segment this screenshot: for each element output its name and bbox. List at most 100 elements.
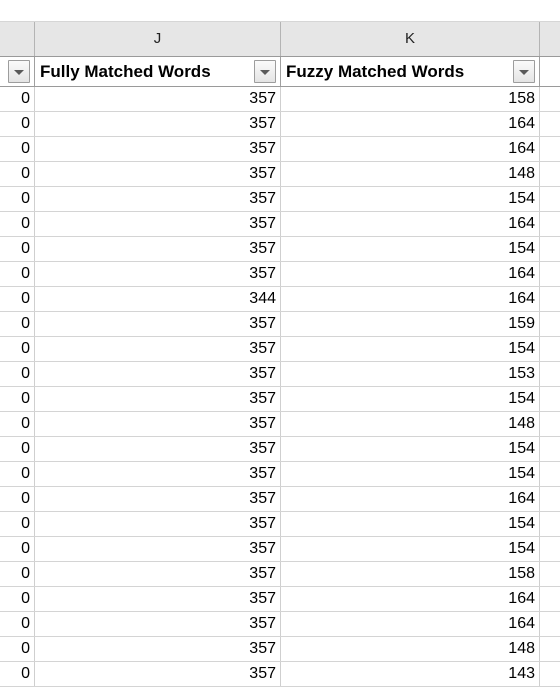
table-row[interactable]: 0 344 164 — [0, 287, 560, 312]
table-row[interactable]: 0 357 164 — [0, 587, 560, 612]
data-grid[interactable]: 0 357 158 0 357 164 0 357 164 0 357 148 0 357 154 0 357 1… — [0, 87, 560, 691]
cell-col-right-partial[interactable] — [540, 187, 560, 211]
cell-col-k[interactable]: 164 — [281, 212, 540, 236]
filter-button-col-j[interactable] — [254, 60, 276, 83]
cell-col-j[interactable]: 357 — [35, 662, 281, 686]
cell-col-left-partial[interactable]: 0 — [0, 462, 35, 486]
cell-col-right-partial[interactable] — [540, 337, 560, 361]
cell-col-j[interactable]: 357 — [35, 112, 281, 136]
cell-col-right-partial[interactable] — [540, 262, 560, 286]
cell-col-j[interactable]: 357 — [35, 562, 281, 586]
header-cell-col-right-partial[interactable]: L — [540, 57, 560, 86]
cell-col-left-partial[interactable]: 0 — [0, 537, 35, 561]
cell-col-left-partial[interactable]: 0 — [0, 187, 35, 211]
cell-col-k[interactable]: 159 — [281, 312, 540, 336]
cell-col-right-partial[interactable] — [540, 387, 560, 411]
cell-col-left-partial[interactable]: 0 — [0, 312, 35, 336]
cell-col-left-partial[interactable]: 0 — [0, 237, 35, 261]
cell-col-left-partial[interactable]: 0 — [0, 137, 35, 161]
cell-col-k[interactable]: 164 — [281, 487, 540, 511]
column-letter-k[interactable]: K — [281, 22, 540, 56]
cell-col-left-partial[interactable]: 0 — [0, 362, 35, 386]
cell-col-j[interactable]: 357 — [35, 87, 281, 111]
table-row[interactable]: 0 357 164 — [0, 137, 560, 162]
table-row[interactable]: 0 357 154 — [0, 437, 560, 462]
header-cell-col-j[interactable]: Fully Matched Words — [35, 57, 281, 86]
table-row[interactable]: 0 357 154 — [0, 537, 560, 562]
table-row[interactable]: 0 357 159 — [0, 312, 560, 337]
cell-col-j[interactable]: 357 — [35, 187, 281, 211]
table-row[interactable]: 0 357 164 — [0, 112, 560, 137]
table-row[interactable]: 0 357 164 — [0, 262, 560, 287]
filter-button-col-left-partial[interactable] — [8, 60, 30, 83]
cell-col-right-partial[interactable] — [540, 362, 560, 386]
cell-col-k[interactable]: 154 — [281, 437, 540, 461]
table-row[interactable]: 0 357 154 — [0, 512, 560, 537]
cell-col-j[interactable]: 357 — [35, 212, 281, 236]
table-row[interactable]: 0 357 148 — [0, 637, 560, 662]
cell-col-right-partial[interactable] — [540, 662, 560, 686]
cell-col-left-partial[interactable]: 0 — [0, 412, 35, 436]
cell-col-k[interactable]: 153 — [281, 362, 540, 386]
cell-col-k[interactable]: 164 — [281, 587, 540, 611]
table-row[interactable]: 0 357 154 — [0, 337, 560, 362]
cell-col-k[interactable]: 158 — [281, 87, 540, 111]
cell-col-right-partial[interactable] — [540, 612, 560, 636]
cell-col-k[interactable]: 154 — [281, 187, 540, 211]
cell-col-right-partial[interactable] — [540, 212, 560, 236]
filter-button-col-k[interactable] — [513, 60, 535, 83]
cell-col-left-partial[interactable]: 0 — [0, 337, 35, 361]
cell-col-k[interactable]: 143 — [281, 662, 540, 686]
cell-col-right-partial[interactable] — [540, 112, 560, 136]
cell-col-k[interactable]: 148 — [281, 637, 540, 661]
cell-col-j[interactable]: 357 — [35, 537, 281, 561]
table-row[interactable]: 0 357 158 — [0, 562, 560, 587]
table-row[interactable]: 0 357 164 — [0, 487, 560, 512]
header-cell-col-left-partial[interactable]: tl — [0, 57, 35, 86]
cell-col-right-partial[interactable] — [540, 412, 560, 436]
cell-col-right-partial[interactable] — [540, 537, 560, 561]
cell-col-j[interactable]: 357 — [35, 162, 281, 186]
cell-col-left-partial[interactable]: 0 — [0, 287, 35, 311]
cell-col-j[interactable]: 357 — [35, 437, 281, 461]
table-row[interactable]: 0 357 148 — [0, 162, 560, 187]
cell-col-right-partial[interactable] — [540, 437, 560, 461]
cell-col-left-partial[interactable]: 0 — [0, 562, 35, 586]
table-row[interactable]: 0 357 164 — [0, 212, 560, 237]
cell-col-k[interactable]: 154 — [281, 387, 540, 411]
cell-col-j[interactable]: 357 — [35, 587, 281, 611]
cell-col-j[interactable]: 357 — [35, 137, 281, 161]
cell-col-right-partial[interactable] — [540, 162, 560, 186]
table-row[interactable]: 0 357 148 — [0, 412, 560, 437]
cell-col-left-partial[interactable]: 0 — [0, 387, 35, 411]
cell-col-j[interactable]: 357 — [35, 412, 281, 436]
cell-col-left-partial[interactable]: 0 — [0, 612, 35, 636]
cell-col-j[interactable]: 357 — [35, 512, 281, 536]
cell-col-j[interactable]: 357 — [35, 612, 281, 636]
cell-col-right-partial[interactable] — [540, 587, 560, 611]
cell-col-left-partial[interactable]: 0 — [0, 637, 35, 661]
cell-col-left-partial[interactable]: 0 — [0, 262, 35, 286]
cell-col-right-partial[interactable] — [540, 462, 560, 486]
cell-col-right-partial[interactable] — [540, 637, 560, 661]
cell-col-k[interactable]: 164 — [281, 287, 540, 311]
table-row[interactable]: 0 357 154 — [0, 237, 560, 262]
cell-col-k[interactable]: 164 — [281, 612, 540, 636]
cell-col-j[interactable]: 357 — [35, 337, 281, 361]
table-row[interactable]: 0 357 164 — [0, 612, 560, 637]
cell-col-right-partial[interactable] — [540, 87, 560, 111]
cell-col-left-partial[interactable]: 0 — [0, 512, 35, 536]
cell-col-left-partial[interactable]: 0 — [0, 437, 35, 461]
table-row[interactable]: 0 357 153 — [0, 362, 560, 387]
column-letter-j[interactable]: J — [35, 22, 281, 56]
cell-col-k[interactable]: 148 — [281, 412, 540, 436]
column-letter-col-right-partial[interactable] — [540, 22, 560, 56]
cell-col-right-partial[interactable] — [540, 512, 560, 536]
table-row[interactable]: 0 357 154 — [0, 462, 560, 487]
cell-col-j[interactable]: 357 — [35, 312, 281, 336]
cell-col-left-partial[interactable]: 0 — [0, 162, 35, 186]
cell-col-k[interactable]: 154 — [281, 462, 540, 486]
cell-col-k[interactable]: 158 — [281, 562, 540, 586]
table-row[interactable]: 0 357 158 — [0, 87, 560, 112]
cell-col-k[interactable]: 154 — [281, 512, 540, 536]
